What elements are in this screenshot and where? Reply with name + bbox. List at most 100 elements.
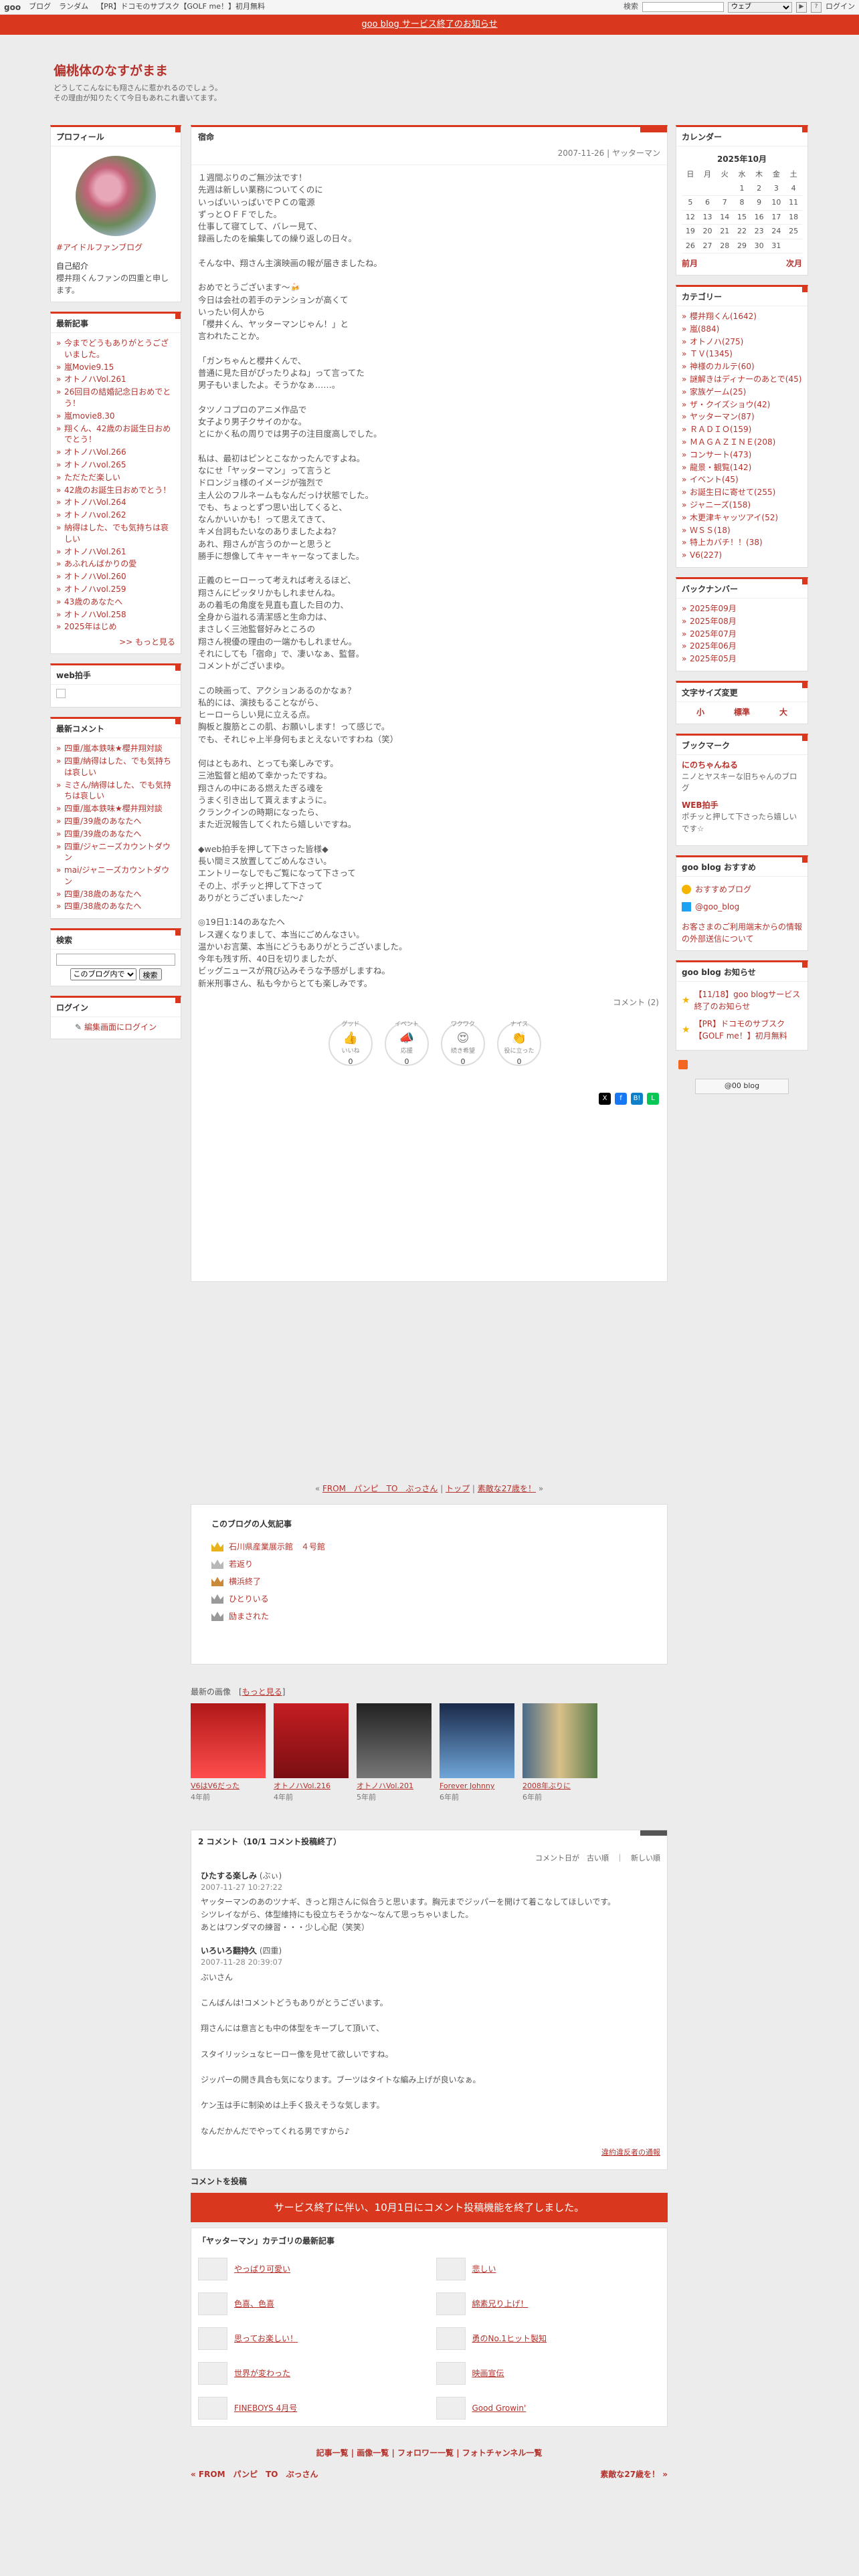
popular-item[interactable]: 石川県産業展示館 ４号館: [211, 1538, 647, 1555]
thumbnail-title[interactable]: 2008年ぶりに: [522, 1781, 597, 1792]
recent-post-item[interactable]: あふれんばかりの愛: [56, 558, 175, 570]
category-item[interactable]: ヤッターマン(87): [682, 411, 802, 423]
calendar-day[interactable]: 15: [733, 210, 751, 225]
category-item-link[interactable]: ＴＶ(1345): [690, 349, 733, 358]
image-thumbnail[interactable]: Forever Johnny 6年前: [440, 1703, 514, 1803]
x-share-icon[interactable]: X: [599, 1092, 611, 1105]
backnumber-item[interactable]: 2025年07月: [682, 628, 802, 641]
calendar-day[interactable]: 24: [767, 224, 785, 239]
recent-post-item-link[interactable]: 嵐movie8.30: [64, 411, 115, 421]
category-latest-title[interactable]: やっぱり可愛い: [234, 2263, 290, 2275]
recent-post-item-link[interactable]: オトノハvol.262: [64, 510, 126, 520]
recent-post-item-link[interactable]: 今までどうもありがとうございました。: [64, 338, 169, 359]
article-title[interactable]: 宿命: [191, 127, 667, 147]
topbar-search-scope[interactable]: ウェブ: [728, 1, 792, 13]
goo-info-link[interactable]: 【11/18】goo blogサービス終了のお知らせ: [694, 988, 802, 1012]
category-item[interactable]: 龍景・観覧(142): [682, 461, 802, 474]
bookmark-link[interactable]: にのちゃんねる: [682, 759, 802, 771]
recent-post-item-link[interactable]: 嵐Movie9.15: [64, 362, 114, 372]
nav-top-link[interactable]: トップ: [446, 1484, 470, 1493]
calendar-day[interactable]: 11: [785, 195, 802, 211]
category-item-link[interactable]: ＭＡＧＡＺＩＮＥ(208): [690, 437, 775, 447]
recent-comment-item[interactable]: 四重/ジャニーズカウントダウン: [56, 841, 175, 865]
topbar-login-link[interactable]: ログイン: [826, 1, 855, 13]
reaction-button[interactable]: イベント 📣 応援 0: [385, 1021, 429, 1066]
recent-post-item-link[interactable]: 2025年はじめ: [64, 622, 117, 631]
recent-post-item-link[interactable]: オトノハvol.265: [64, 460, 126, 469]
popular-item[interactable]: 横浜終了: [211, 1573, 647, 1590]
recent-comment-item[interactable]: 四重/嵐本鉄味★櫻井翔対談: [56, 742, 175, 755]
category-item[interactable]: 謎解きはディナーのあとで(45): [682, 373, 802, 386]
image-thumbnail[interactable]: オトノハVol.201 5年前: [357, 1703, 432, 1803]
calendar-next[interactable]: 次月: [786, 257, 802, 270]
category-item-link[interactable]: オトノハ(275): [690, 337, 743, 346]
recent-post-item[interactable]: オトノハvol.262: [56, 509, 175, 522]
calendar-day[interactable]: 20: [698, 224, 717, 239]
category-item-link[interactable]: 木更津キャッツアイ(52): [690, 513, 778, 522]
backnumber-item-link[interactable]: 2025年05月: [690, 654, 737, 663]
calendar-day[interactable]: 30: [750, 239, 768, 253]
goo-twitter-link[interactable]: @goo_blog: [695, 901, 739, 913]
backnumber-item-link[interactable]: 2025年07月: [690, 629, 737, 639]
backnumber-item-link[interactable]: 2025年06月: [690, 641, 737, 651]
category-item[interactable]: 神様のカルテ(60): [682, 360, 802, 373]
category-latest-title[interactable]: 色喜、色喜: [234, 2298, 274, 2310]
goo-info-item[interactable]: ★ 【11/18】goo blogサービス終了のお知らせ: [682, 986, 802, 1015]
recent-comment-item-link[interactable]: 四重/嵐本鉄味★櫻井翔対談: [64, 744, 163, 753]
category-item-link[interactable]: 特上カバチ！！(38): [690, 538, 763, 547]
recent-comment-item[interactable]: 四重/嵐本鉄味★櫻井翔対談: [56, 802, 175, 815]
recent-post-item-link[interactable]: オトノハVol.264: [64, 498, 126, 507]
calendar-day[interactable]: 19: [682, 224, 699, 239]
recent-post-item-link[interactable]: 43歳のあなたへ: [64, 597, 122, 607]
recent-comment-item-link[interactable]: 四重/納得はした、でも気持ちは哀しい: [64, 756, 171, 777]
category-latest-item[interactable]: 映画宣伝: [436, 2361, 661, 2385]
recent-comment-item-link[interactable]: 四重/39歳のあなたへ: [64, 817, 141, 826]
backnumber-item[interactable]: 2025年05月: [682, 653, 802, 665]
recent-post-item-link[interactable]: ただただ楽しい: [64, 473, 120, 482]
category-item-link[interactable]: ＷＳＳ(18): [690, 526, 731, 535]
recent-comment-item[interactable]: 四重/納得はした、でも気持ちは哀しい: [56, 755, 175, 779]
backnumber-item[interactable]: 2025年06月: [682, 640, 802, 653]
calendar-day[interactable]: 4: [785, 181, 802, 196]
service-end-notice-link[interactable]: goo blog サービス終了のお知らせ: [361, 19, 497, 29]
category-item[interactable]: ジャニーズ(158): [682, 499, 802, 512]
calendar-prev[interactable]: 前月: [682, 257, 698, 270]
recent-post-item-link[interactable]: 42歳のお誕生日おめでとう！: [64, 486, 171, 495]
recent-post-item[interactable]: オトノハVol.266: [56, 446, 175, 459]
category-latest-title[interactable]: 映画宣伝: [472, 2367, 504, 2379]
recent-comment-item[interactable]: 四重/38歳のあなたへ: [56, 900, 175, 913]
blog-title[interactable]: 偏桃体のなすがまま: [54, 62, 168, 81]
category-item[interactable]: イベント(45): [682, 473, 802, 486]
nav-prev-link[interactable]: FROM パンピ TO ぷっさん: [322, 1484, 438, 1493]
category-item-link[interactable]: ＲＡＤＩＯ(159): [690, 425, 751, 434]
thumbnail-picture[interactable]: [274, 1703, 349, 1778]
category-latest-title[interactable]: 思ってお楽しい！: [234, 2333, 298, 2345]
reaction-button[interactable]: ナイス 👏 役に立った 0: [497, 1021, 541, 1066]
recent-post-item-link[interactable]: 26回目の結婚記念日おめでとう！: [64, 387, 171, 408]
category-latest-item[interactable]: 世界が変わった: [198, 2361, 423, 2385]
backnumber-item[interactable]: 2025年08月: [682, 615, 802, 628]
category-latest-title[interactable]: 世界が変わった: [234, 2367, 290, 2379]
recent-post-item[interactable]: オトノハVol.258: [56, 609, 175, 621]
category-item[interactable]: 嵐(884): [682, 323, 802, 336]
recent-comment-item[interactable]: 四重/39歳のあなたへ: [56, 815, 175, 828]
category-item-link[interactable]: 家族ゲーム(25): [690, 387, 746, 397]
recent-post-item[interactable]: オトノハvol.259: [56, 583, 175, 596]
topbar-search-input[interactable]: [642, 2, 724, 12]
thumbnail-picture[interactable]: [357, 1703, 432, 1778]
category-latest-item[interactable]: 勇のNo.1ヒット製知: [436, 2327, 661, 2350]
calendar-day[interactable]: 26: [682, 239, 699, 253]
calendar-day[interactable]: 2: [750, 181, 768, 196]
category-item[interactable]: コンサート(473): [682, 449, 802, 461]
category-item-link[interactable]: 龍景・観覧(142): [690, 463, 751, 472]
calendar-day[interactable]: 25: [785, 224, 802, 239]
popular-item-title[interactable]: 若返り: [229, 1558, 253, 1570]
recent-post-item-link[interactable]: 翔くん、42歳のお誕生日おめでとう！: [64, 424, 171, 445]
topbar-link-random[interactable]: ランダム: [59, 1, 88, 13]
latest-images-more[interactable]: もっと見る: [242, 1687, 282, 1697]
reaction-button[interactable]: ワクワク 😍 続き希望 0: [441, 1021, 485, 1066]
calendar-day[interactable]: 28: [716, 239, 734, 253]
category-item-link[interactable]: ザ・クイズショウ(42): [690, 400, 770, 409]
calendar-day[interactable]: 10: [767, 195, 785, 211]
recent-post-item[interactable]: 2025年はじめ: [56, 621, 175, 633]
